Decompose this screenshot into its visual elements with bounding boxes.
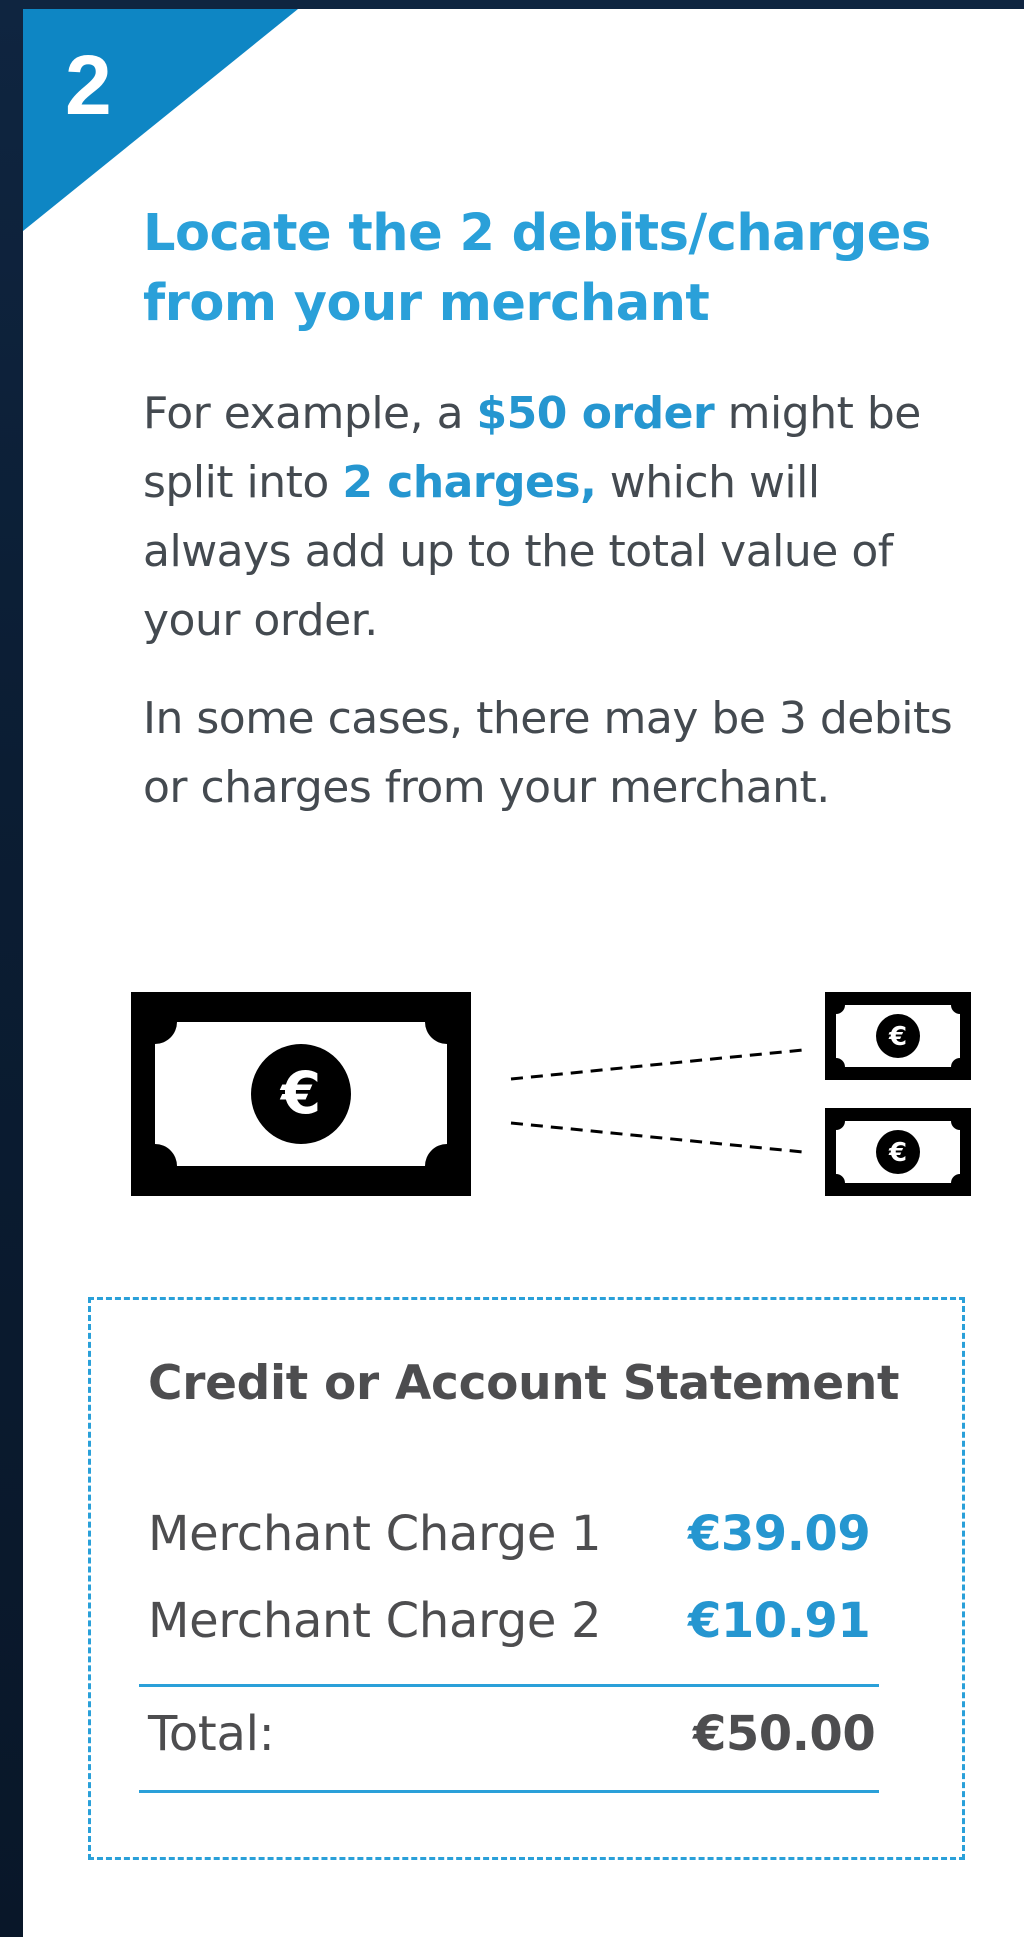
charge-label: Merchant Charge 1	[148, 1506, 602, 1562]
small-euro-symbol-bottom: €	[888, 1138, 907, 1168]
note-paragraph: In some cases, there may be 3 debits or …	[143, 693, 953, 813]
intro-text-1: For example, a	[143, 388, 477, 439]
statement-row: Merchant Charge 2 €10.91	[148, 1586, 878, 1656]
statement-title: Credit or Account Statement	[148, 1356, 900, 1411]
total-label: Total:	[148, 1706, 275, 1762]
total-amount: €50.00	[693, 1706, 876, 1762]
divider	[139, 1684, 879, 1687]
step-heading: Locate the 2 debits/charges from your me…	[143, 204, 931, 333]
small-euro-symbol-top: €	[888, 1022, 907, 1052]
statement-row: Merchant Charge 1 €39.09	[148, 1499, 878, 1569]
split-payment-illustration: € € €	[131, 992, 971, 1218]
small-euro-bill-icon-bottom: €	[825, 1108, 971, 1196]
charge-amount: €10.91	[688, 1593, 871, 1649]
intro-paragraph: For example, a $50 order might be split …	[143, 379, 973, 655]
statement-box: Credit or Account Statement Merchant Cha…	[88, 1297, 965, 1860]
instruction-card: 2 Locate the 2 debits/charges from your …	[23, 9, 1024, 1937]
charges-highlight: 2 charges,	[342, 457, 597, 508]
order-amount-highlight: $50 order	[476, 388, 715, 439]
charge-label: Merchant Charge 2	[148, 1593, 602, 1649]
large-euro-bill-icon: €	[131, 992, 471, 1196]
connector-line-bottom	[510, 1121, 804, 1154]
connector-line-top	[510, 1048, 804, 1081]
charge-amount: €39.09	[688, 1506, 871, 1562]
large-euro-symbol: €	[279, 1059, 321, 1127]
statement-total-row: Total: €50.00	[148, 1699, 878, 1769]
divider	[139, 1790, 879, 1793]
step-number: 2	[65, 38, 112, 132]
small-euro-bill-icon-top: €	[825, 992, 971, 1080]
